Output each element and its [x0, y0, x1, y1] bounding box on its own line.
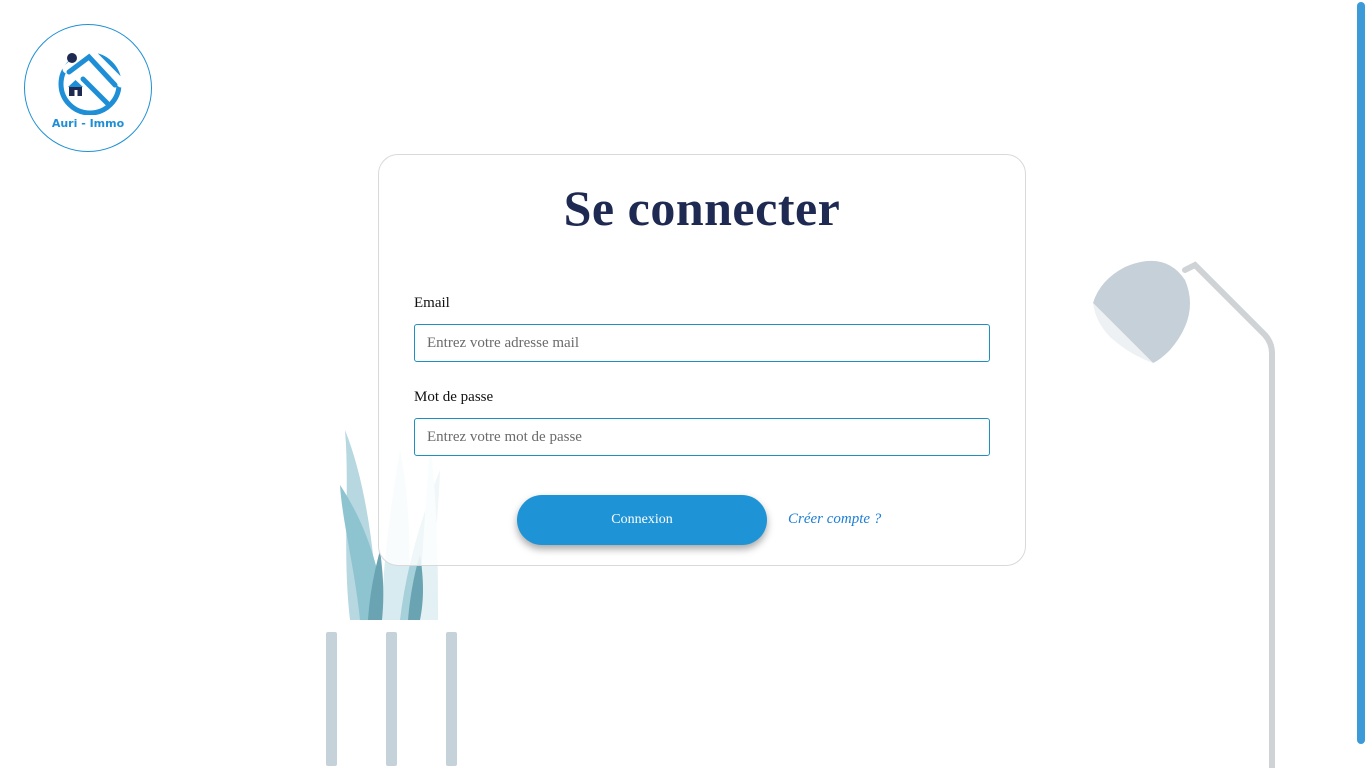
brand-name: Auri - Immo — [51, 117, 125, 130]
house-logo-icon — [58, 47, 123, 115]
login-button[interactable]: Connexion — [517, 495, 767, 545]
email-field[interactable] — [414, 324, 990, 362]
password-field[interactable] — [414, 418, 990, 456]
login-card: Se connecter Email Mot de passe Connexio… — [378, 154, 1026, 566]
brand-logo[interactable]: Auri - Immo — [24, 24, 152, 152]
email-label: Email — [414, 295, 450, 311]
password-label: Mot de passe — [414, 389, 494, 405]
login-page: Auri - Immo Se connecter Email Mot de pa… — [0, 0, 1366, 768]
scrollbar-thumb[interactable] — [1357, 2, 1365, 744]
floor-lamp-illustration — [1093, 260, 1275, 768]
create-account-link[interactable]: Créer compte ? — [788, 511, 881, 528]
page-title: Se connecter — [563, 180, 841, 236]
scrollbar[interactable] — [1356, 0, 1366, 768]
